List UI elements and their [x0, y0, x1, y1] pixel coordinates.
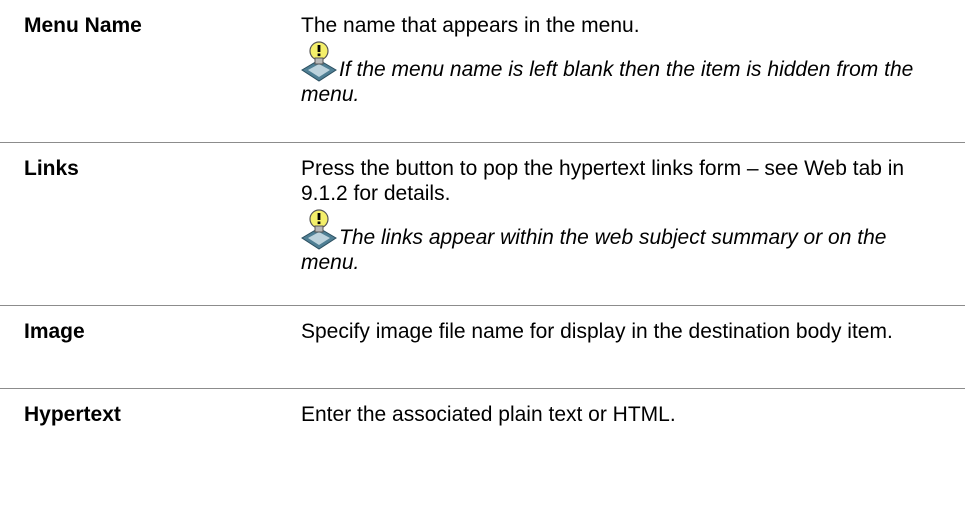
table-row: Hypertext Enter the associated plain tex…	[0, 389, 965, 515]
tip-note-text: If the menu name is left blank then the …	[301, 58, 914, 106]
term-description: Press the button to pop the hypertext li…	[301, 157, 905, 205]
tip-note: The links appear within the web subject …	[301, 208, 945, 275]
term-description: Specify image file name for display in t…	[301, 320, 893, 343]
term-description-cell: Press the button to pop the hypertext li…	[301, 143, 965, 305]
term-label: Image	[24, 320, 85, 343]
term-description-cell: Enter the associated plain text or HTML.	[301, 389, 965, 515]
term-description-cell: The name that appears in the menu. If th…	[301, 0, 965, 142]
term-label: Menu Name	[24, 14, 142, 37]
table-row: Image Specify image file name for displa…	[0, 306, 965, 389]
term-description: The name that appears in the menu.	[301, 14, 640, 37]
table-row: Menu Name The name that appears in the m…	[0, 0, 965, 143]
term-label: Hypertext	[24, 403, 121, 426]
term-description-cell: Specify image file name for display in t…	[301, 306, 965, 388]
term-label: Links	[24, 157, 79, 180]
table-row: Links Press the button to pop the hypert…	[0, 143, 965, 306]
tip-note-text: The links appear within the web subject …	[301, 226, 887, 274]
lightbulb-tip-icon	[301, 209, 337, 250]
definition-table: Menu Name The name that appears in the m…	[0, 0, 965, 515]
lightbulb-tip-icon	[301, 41, 337, 82]
term-description: Enter the associated plain text or HTML.	[301, 403, 676, 426]
tip-note: If the menu name is left blank then the …	[301, 40, 945, 107]
